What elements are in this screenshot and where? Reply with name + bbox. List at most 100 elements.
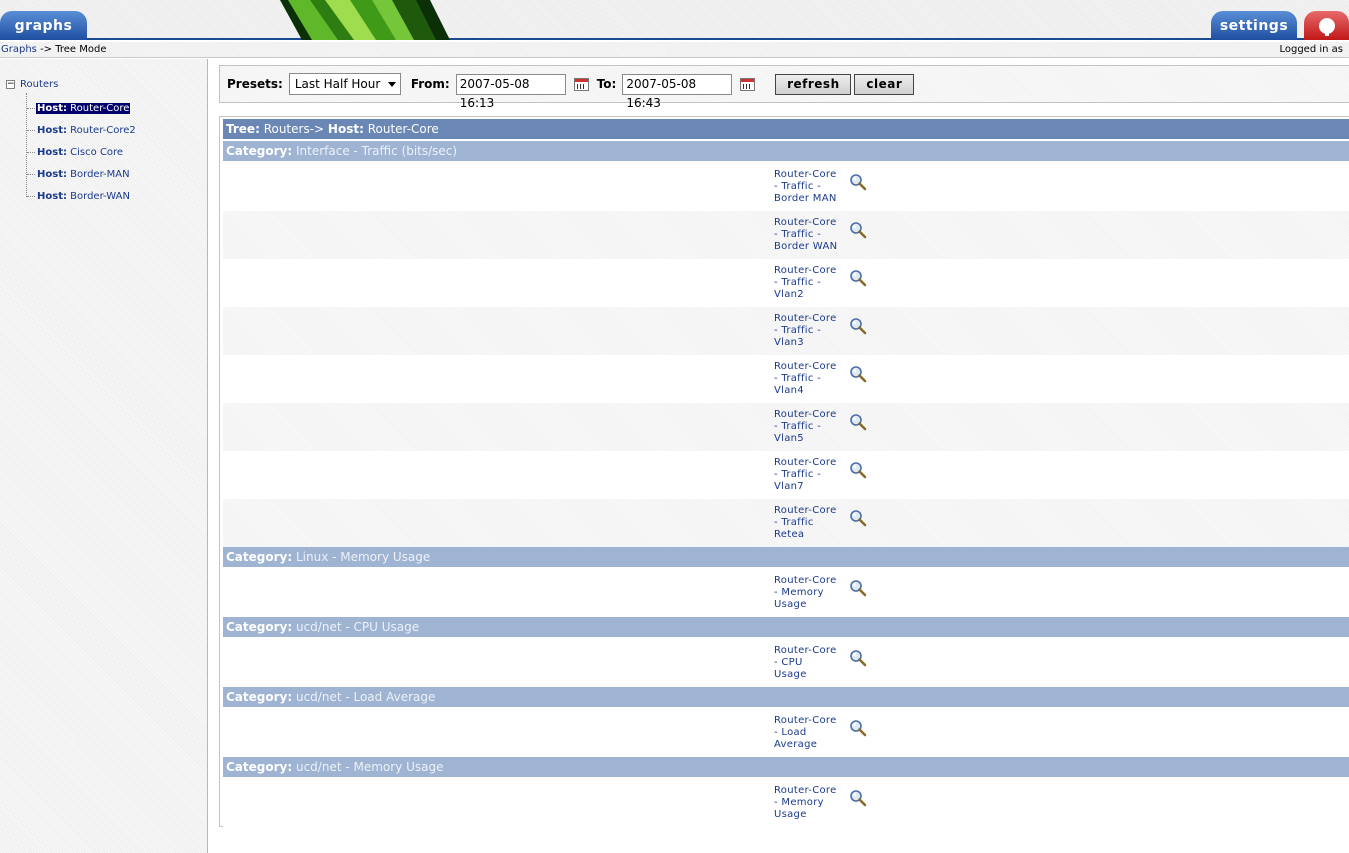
category-header: Category: ucd/net - CPU Usage — [223, 617, 1349, 637]
zoom-magnifier-icon[interactable] — [849, 649, 867, 667]
collapse-toggle-icon[interactable]: − — [6, 80, 15, 89]
tree-host-router-core2[interactable]: Host: Router-Core2 — [27, 123, 137, 137]
category-header: Category: ucd/net - Load Average — [223, 687, 1349, 707]
graph-row: Router-Core - Traffic - Vlan2 — [223, 259, 1349, 307]
category-header: Category: Linux - Memory Usage — [223, 547, 1349, 567]
time-presets-bar: Presets: Last Half Hour From: 2007-05-08… — [219, 65, 1349, 110]
graph-row: Router-Core - Traffic - Vlan3 — [223, 307, 1349, 355]
graph-title-link[interactable]: Router-Core - Traffic - Vlan2 — [774, 265, 848, 301]
zoom-magnifier-icon[interactable] — [849, 789, 867, 807]
graph-title-line: Router-Core — [774, 409, 837, 420]
zoom-magnifier-icon[interactable] — [849, 413, 867, 431]
graph-title-line: Border WAN — [774, 241, 838, 252]
graph-title-line: Router-Core — [774, 457, 837, 468]
graph-title-link[interactable]: Router-Core - Traffic - Vlan3 — [774, 313, 848, 349]
graph-row: Router-Core - Traffic - Vlan5 — [223, 403, 1349, 451]
graph-title-line: Vlan7 — [774, 481, 804, 492]
graph-title-line: - Traffic - — [774, 229, 822, 240]
graph-title-line: Router-Core — [774, 785, 837, 796]
graph-title-link[interactable]: Router-Core - Memory Usage — [774, 785, 848, 821]
graph-title-line: - Traffic - — [774, 373, 822, 384]
main-content: Presets: Last Half Hour From: 2007-05-08… — [219, 59, 1349, 853]
zoom-magnifier-icon[interactable] — [849, 461, 867, 479]
top-navigation-bar: graphs settings — [0, 0, 1349, 40]
graph-title-line: - Traffic - — [774, 181, 822, 192]
zoom-magnifier-icon[interactable] — [849, 509, 867, 527]
graph-tree-sidebar: − Routers Host: Router-Core Host: Router… — [0, 59, 208, 853]
graph-title-line: Average — [774, 739, 818, 750]
zoom-magnifier-icon[interactable] — [849, 221, 867, 239]
tab-help[interactable] — [1304, 11, 1349, 40]
graph-title-line: Vlan3 — [774, 337, 804, 348]
graph-title-link[interactable]: Router-Core - Traffic - Vlan4 — [774, 361, 848, 397]
presets-label: Presets: — [227, 77, 283, 91]
graph-title-line: Router-Core — [774, 505, 837, 516]
graph-title-line: Vlan4 — [774, 385, 804, 396]
zoom-magnifier-icon[interactable] — [849, 719, 867, 737]
graph-title-link[interactable]: Router-Core - Load Average — [774, 715, 848, 751]
graph-title-line: Router-Core — [774, 217, 837, 228]
graph-title-link[interactable]: Router-Core - Traffic - Border WAN — [774, 217, 848, 253]
graph-title-line: - Traffic - — [774, 325, 822, 336]
from-label: From: — [410, 77, 450, 91]
graph-title-line: Retea — [774, 529, 805, 540]
tree-host-border-wan[interactable]: Host: Border-WAN — [27, 189, 131, 203]
graph-title-line: Vlan2 — [774, 289, 804, 300]
graph-title-line: Usage — [774, 809, 807, 820]
zoom-magnifier-icon[interactable] — [849, 579, 867, 597]
graph-title-line: Router-Core — [774, 265, 837, 276]
graph-row: Router-Core - Traffic - Border MAN — [223, 163, 1349, 211]
graph-row: Router-Core - Memory Usage — [223, 779, 1349, 827]
graph-title-line: Usage — [774, 669, 807, 680]
graph-title-link[interactable]: Router-Core - Traffic - Vlan5 — [774, 409, 848, 445]
graph-title-line: Router-Core — [774, 575, 837, 586]
to-label: To: — [596, 77, 617, 91]
graph-row: Router-Core - Traffic - Vlan4 — [223, 355, 1349, 403]
graph-title-line: - Traffic - — [774, 469, 822, 480]
presets-select[interactable]: Last Half Hour — [288, 73, 401, 95]
graph-title-link[interactable]: Router-Core - Traffic - Vlan7 — [774, 457, 848, 493]
to-date-input[interactable]: 2007-05-08 16:43 — [622, 73, 733, 110]
graph-row: Router-Core - Load Average — [223, 709, 1349, 757]
graph-title-line: Router-Core — [774, 169, 837, 180]
tree-root-label[interactable]: Routers — [20, 79, 58, 90]
graph-title-line: Router-Core — [774, 313, 837, 324]
logged-in-text: Logged in as — [1279, 44, 1343, 55]
from-calendar-icon[interactable] — [573, 77, 589, 91]
graph-row: Router-Core - Memory Usage — [223, 569, 1349, 617]
tree-host-border-man[interactable]: Host: Border-MAN — [27, 167, 131, 181]
tree-root-routers: − Routers — [6, 79, 58, 90]
help-balloon-icon — [1318, 17, 1335, 36]
zoom-magnifier-icon[interactable] — [849, 173, 867, 191]
graph-title-link[interactable]: Router-Core - Traffic - Border MAN — [774, 169, 848, 205]
from-date-input[interactable]: 2007-05-08 16:13 — [455, 73, 566, 110]
zoom-magnifier-icon[interactable] — [849, 317, 867, 335]
graph-title-line: Border MAN — [774, 193, 837, 204]
graph-title-line: Router-Core — [774, 715, 837, 726]
breadcrumb-graphs-link[interactable]: Graphs — [1, 44, 37, 55]
graph-title-line: Vlan5 — [774, 433, 804, 444]
clear-button[interactable]: clear — [854, 73, 915, 95]
banner-logo-graphic — [280, 0, 455, 40]
presets-select-value: Last Half Hour — [294, 77, 381, 91]
graph-title-line: - Memory — [774, 587, 824, 598]
graph-title-line: - Traffic — [774, 517, 814, 528]
tab-graphs[interactable]: graphs — [0, 11, 87, 40]
graph-title-link[interactable]: Router-Core - CPU Usage — [774, 645, 848, 681]
graph-title-link[interactable]: Router-Core - Memory Usage — [774, 575, 848, 611]
refresh-button[interactable]: refresh — [775, 73, 852, 95]
graph-title-line: Router-Core — [774, 361, 837, 372]
to-calendar-icon[interactable] — [740, 77, 756, 91]
tree-path-header: Tree: Routers-> Host: Router-Core — [223, 119, 1349, 139]
zoom-magnifier-icon[interactable] — [849, 269, 867, 287]
graph-title-line: - CPU — [774, 657, 803, 668]
graph-title-link[interactable]: Router-Core - Traffic Retea — [774, 505, 848, 541]
graph-row: Router-Core - Traffic Retea — [223, 499, 1349, 547]
tab-settings[interactable]: settings — [1211, 11, 1297, 40]
tree-host-cisco-core[interactable]: Host: Cisco Core — [27, 145, 124, 159]
breadcrumb-current: -> Tree Mode — [36, 44, 107, 55]
tree-host-router-core[interactable]: Host: Router-Core — [27, 101, 131, 115]
graph-row: Router-Core - Traffic - Border WAN — [223, 211, 1349, 259]
category-header: Category: ucd/net - Memory Usage — [223, 757, 1349, 777]
zoom-magnifier-icon[interactable] — [849, 365, 867, 383]
